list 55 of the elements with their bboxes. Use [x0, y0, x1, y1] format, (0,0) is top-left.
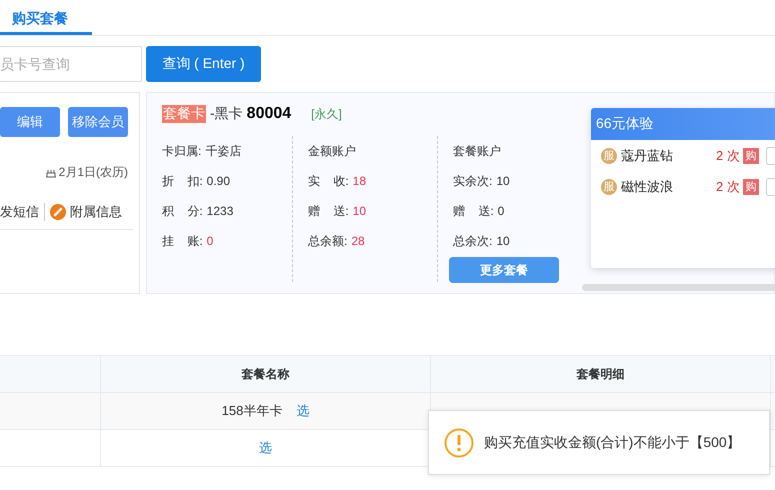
card-number: 80004 — [246, 105, 292, 123]
select-link[interactable]: 选 — [296, 403, 310, 418]
field-label: 赠 送: — [308, 202, 349, 220]
warning-icon — [444, 428, 474, 458]
more-packages-button[interactable]: 更多套餐 — [449, 257, 559, 283]
column-header: 套餐明细 — [430, 356, 770, 392]
field-label: 卡归属: — [162, 142, 202, 160]
buy-button[interactable]: 购 — [743, 148, 759, 164]
field-value: 28 — [351, 234, 365, 248]
field-label: 积 分: — [162, 202, 203, 220]
field-label: 实余次: — [453, 172, 492, 190]
quantity-field[interactable] — [766, 146, 775, 164]
cake-icon — [44, 167, 57, 178]
field-value: 0.90 — [206, 174, 230, 188]
card-type-tag: 套餐卡 — [162, 105, 206, 123]
birthday-text: 2月1日(农历) — [58, 164, 128, 181]
item-name: 蔻丹蓝钻 — [621, 146, 674, 164]
edit-button[interactable]: 编辑 — [0, 107, 60, 137]
field-label: 总余次: — [453, 232, 492, 250]
item-name: 磁性波浪 — [621, 178, 674, 196]
toast-message: 购买充值实收金额(合计)不能小于【500】 — [484, 434, 741, 452]
field-value: 0 — [498, 204, 504, 218]
field-label: 挂 账: — [162, 232, 203, 250]
card-name: -黑卡 — [210, 105, 243, 123]
column-header: 套餐名称 — [100, 356, 430, 392]
item-count: 2 次 — [716, 146, 741, 164]
field-label: 总余额: — [308, 232, 348, 250]
validity-text: [永久] — [311, 106, 342, 123]
search-button[interactable]: 查询 ( Enter ) — [146, 46, 261, 82]
field-value: 1233 — [206, 204, 234, 218]
field-value: 10 — [496, 174, 510, 188]
item-count: 2 次 — [716, 178, 741, 196]
field-value: 千姿店 — [205, 142, 242, 160]
action-link[interactable]: 附属信息 — [70, 203, 122, 221]
scrollbar[interactable] — [582, 284, 775, 291]
field-label: 折 扣: — [162, 172, 203, 190]
search-field[interactable]: 员卡号查询 — [0, 46, 142, 82]
field-label: 赠 送: — [453, 202, 494, 220]
field-value: 18 — [352, 174, 366, 188]
action-link[interactable]: 发短信 — [0, 203, 39, 221]
package-name: 158半年卡 — [222, 403, 282, 418]
quantity-field[interactable] — [766, 178, 775, 196]
popup-header: 66元体验 — [591, 108, 775, 140]
section-title: 套餐账户 — [453, 142, 501, 160]
service-badge: 服 — [601, 148, 617, 164]
field-value: 10 — [496, 234, 510, 248]
buy-button[interactable]: 购 — [743, 178, 759, 194]
select-link[interactable]: 选 — [259, 440, 272, 455]
service-badge: 服 — [601, 178, 617, 194]
remove-member-button[interactable]: 移除会员 — [68, 107, 128, 137]
field-label: 实 收: — [308, 172, 349, 190]
field-value: 10 — [352, 204, 366, 218]
section-title: 金额账户 — [308, 142, 356, 160]
tab[interactable]: 购买套餐 — [0, 0, 92, 35]
field-value: 0 — [206, 234, 214, 248]
